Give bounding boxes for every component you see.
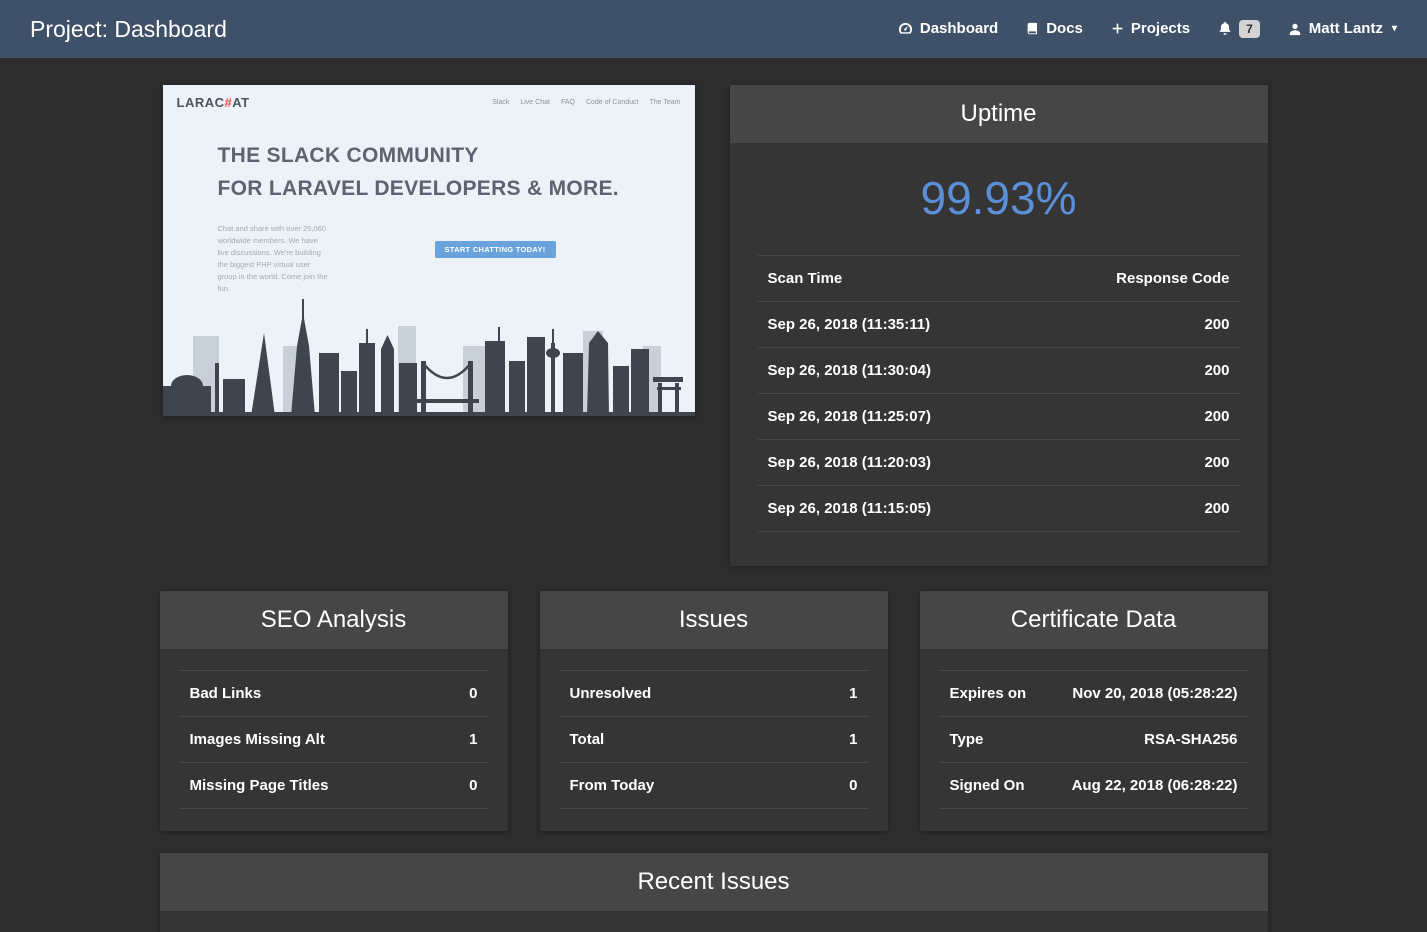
uptime-row: Sep 26, 2018 (11:30:04) 200: [758, 348, 1240, 394]
uptime-row: Sep 26, 2018 (11:15:05) 200: [758, 486, 1240, 532]
preview-paragraph: Chat and share with over 25,060 worldwid…: [218, 223, 330, 295]
nav-item-projects[interactable]: Projects: [1111, 20, 1190, 37]
issues-value: 1: [802, 671, 868, 717]
nav-item-docs-label: Docs: [1046, 20, 1083, 37]
response-code: 200: [1037, 394, 1240, 440]
seo-value: 0: [441, 671, 488, 717]
seo-row: Missing Page Titles 0: [180, 763, 488, 809]
preview-site-logo: LARAC#AT: [177, 95, 250, 110]
certificate-label: Signed On: [940, 763, 1045, 809]
top-navbar: Project: Dashboard Dashboard Docs Projec…: [0, 0, 1427, 58]
uptime-row: Sep 26, 2018 (11:25:07) 200: [758, 394, 1240, 440]
uptime-table: Scan Time Response Code Sep 26, 2018 (11…: [758, 255, 1240, 532]
certificate-label: Type: [940, 717, 1045, 763]
response-code: 200: [1037, 486, 1240, 532]
seo-value: 0: [441, 763, 488, 809]
site-preview-thumbnail: LARAC#AT Slack Live Chat FAQ Code of Con…: [163, 85, 695, 416]
nav-item-dashboard[interactable]: Dashboard: [898, 20, 998, 37]
uptime-row: Sep 26, 2018 (11:20:03) 200: [758, 440, 1240, 486]
preview-cta-button: START CHATTING TODAY!: [435, 241, 556, 258]
certificate-value: Aug 22, 2018 (06:28:22): [1045, 763, 1248, 809]
issues-table: Unresolved 1 Total 1 From Today 0: [560, 670, 868, 809]
uptime-col-response-code: Response Code: [1037, 256, 1240, 302]
preview-nav-faq: FAQ: [561, 99, 575, 106]
seo-row: Bad Links 0: [180, 671, 488, 717]
uptime-card: Uptime 99.93% Scan Time Response Code Se…: [730, 85, 1268, 566]
uptime-percentage: 99.93%: [730, 143, 1268, 255]
chevron-down-icon: ▾: [1392, 23, 1397, 34]
scan-time: Sep 26, 2018 (11:30:04): [758, 348, 1037, 394]
uptime-card-title: Uptime: [730, 85, 1268, 143]
certificate-row: Type RSA-SHA256: [940, 717, 1248, 763]
dashboard-icon: [898, 21, 913, 36]
nav-item-projects-label: Projects: [1131, 20, 1190, 37]
issues-label: Total: [560, 717, 802, 763]
seo-analysis-card: SEO Analysis Bad Links 0 Images Missing …: [160, 591, 508, 831]
response-code: 200: [1037, 302, 1240, 348]
preview-nav-conduct: Code of Conduct: [586, 99, 639, 106]
issues-value: 1: [802, 717, 868, 763]
uptime-col-scan-time: Scan Time: [758, 256, 1037, 302]
user-menu-button[interactable]: Matt Lantz ▾: [1288, 20, 1397, 37]
recent-issues-card-title: Recent Issues: [160, 853, 1268, 911]
seo-row: Images Missing Alt 1: [180, 717, 488, 763]
preview-headline: THE SLACK COMMUNITY FOR LARAVEL DEVELOPE…: [218, 140, 619, 205]
page-title: Project: Dashboard: [30, 16, 227, 43]
scan-time: Sep 26, 2018 (11:35:11): [758, 302, 1037, 348]
issues-row: From Today 0: [560, 763, 868, 809]
scan-time: Sep 26, 2018 (11:15:05): [758, 486, 1037, 532]
uptime-row: Sep 26, 2018 (11:35:11) 200: [758, 302, 1240, 348]
certificate-row: Signed On Aug 22, 2018 (06:28:22): [940, 763, 1248, 809]
certificate-card-title: Certificate Data: [920, 591, 1268, 649]
issues-label: Unresolved: [560, 671, 802, 717]
notifications-button[interactable]: 7: [1218, 20, 1260, 38]
nav-item-dashboard-label: Dashboard: [920, 20, 998, 37]
preview-nav-slack: Slack: [492, 99, 509, 106]
seo-label: Bad Links: [180, 671, 441, 717]
seo-table: Bad Links 0 Images Missing Alt 1 Missing…: [180, 670, 488, 809]
city-skyline-illustration: [163, 291, 695, 416]
notification-count-badge: 7: [1239, 20, 1260, 38]
docs-icon: [1026, 21, 1039, 36]
plus-icon: [1111, 22, 1124, 35]
preview-nav-team: The Team: [650, 99, 681, 106]
certificate-row: Expires on Nov 20, 2018 (05:28:22): [940, 671, 1248, 717]
recent-issues-body: [160, 911, 1268, 932]
certificate-value: RSA-SHA256: [1045, 717, 1248, 763]
certificate-table: Expires on Nov 20, 2018 (05:28:22) Type …: [940, 670, 1248, 809]
preview-nav-livechat: Live Chat: [520, 99, 550, 106]
response-code: 200: [1037, 348, 1240, 394]
response-code: 200: [1037, 440, 1240, 486]
seo-value: 1: [441, 717, 488, 763]
certificate-label: Expires on: [940, 671, 1045, 717]
user-name-label: Matt Lantz: [1309, 20, 1383, 37]
preview-site-nav: Slack Live Chat FAQ Code of Conduct The …: [492, 99, 680, 106]
recent-issues-card: Recent Issues: [160, 853, 1268, 932]
scan-time: Sep 26, 2018 (11:20:03): [758, 440, 1037, 486]
scan-time: Sep 26, 2018 (11:25:07): [758, 394, 1037, 440]
issues-card: Issues Unresolved 1 Total 1 From Today 0: [540, 591, 888, 831]
main-content: LARAC#AT Slack Live Chat FAQ Code of Con…: [160, 58, 1268, 932]
issues-row: Unresolved 1: [560, 671, 868, 717]
seo-card-title: SEO Analysis: [160, 591, 508, 649]
navbar-menu: Dashboard Docs Projects 7 Matt Lantz: [898, 20, 1397, 38]
issues-row: Total 1: [560, 717, 868, 763]
issues-label: From Today: [560, 763, 802, 809]
issues-value: 0: [802, 763, 868, 809]
seo-label: Images Missing Alt: [180, 717, 441, 763]
seo-label: Missing Page Titles: [180, 763, 441, 809]
nav-item-docs[interactable]: Docs: [1026, 20, 1083, 37]
user-icon: [1288, 22, 1302, 36]
certificate-value: Nov 20, 2018 (05:28:22): [1045, 671, 1248, 717]
bell-icon: [1218, 21, 1232, 36]
issues-card-title: Issues: [540, 591, 888, 649]
certificate-data-card: Certificate Data Expires on Nov 20, 2018…: [920, 591, 1268, 831]
